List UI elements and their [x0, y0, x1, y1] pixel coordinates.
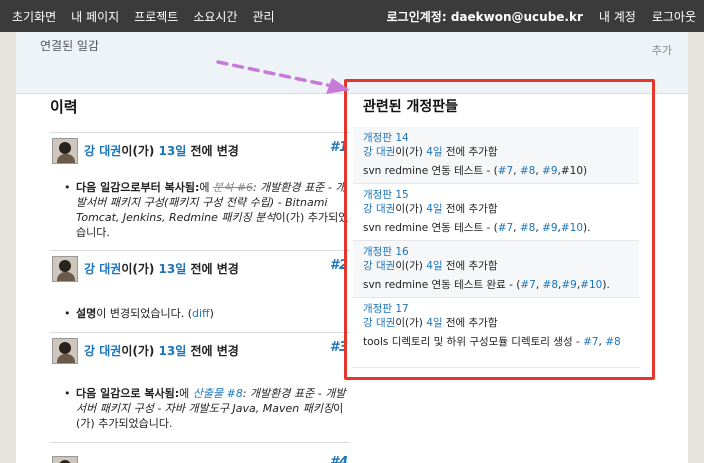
my-account-link[interactable]: 내 계정	[599, 8, 636, 25]
author-link[interactable]: 강 대권	[84, 344, 121, 358]
journal-header: 강 대권이(가) 13일 전에 변경	[84, 260, 239, 277]
detail-pre: 에	[199, 181, 214, 194]
menu-item-projects[interactable]: 프로젝트	[134, 8, 178, 25]
avatar	[52, 338, 78, 364]
journal-header: 강 대권이(가) 13일 전에 변경	[84, 142, 239, 159]
time-ago-link[interactable]: 13일	[159, 344, 187, 358]
logged-in-as: 로그인계정: daekwon@ucube.kr	[386, 10, 583, 24]
author-suffix: 이(가)	[121, 144, 159, 158]
detail-pre: 에	[179, 387, 193, 400]
menu-item-admin[interactable]: 관리	[253, 8, 275, 25]
detail-text: 이 변경되었습니다. (	[96, 307, 192, 320]
annotation-highlight-box	[344, 79, 655, 380]
annotation-arrow-icon	[216, 60, 350, 94]
avatar	[52, 138, 78, 164]
journal-number-link[interactable]: #4	[330, 455, 348, 463]
diff-link[interactable]: diff	[192, 307, 210, 320]
journal-detail: 설명이 변경되었습니다. (diff)	[64, 306, 354, 321]
author-suffix: 이(가)	[121, 262, 159, 276]
journal-entry: 강 대권이(가) 13일 전에 변경 #1 다음 일감으로부터 복사됨:에 분석…	[50, 132, 350, 250]
author-link[interactable]: 강 대권	[84, 262, 121, 276]
menu-item-home[interactable]: 초기화면	[12, 8, 56, 25]
account-menu: 로그인계정: daekwon@ucube.kr 내 계정 로그아웃	[387, 8, 696, 25]
issue-link[interactable]: 산출물 #8	[193, 387, 243, 400]
journal-entry: #4	[50, 442, 350, 463]
time-ago-link[interactable]: 13일	[159, 144, 187, 158]
journal-entry: 강 대권이(가) 13일 전에 변경 #2 설명이 변경되었습니다. (diff…	[50, 250, 350, 332]
changed-label: 전에 변경	[186, 344, 239, 358]
detail-label: 다음 일감으로 복사됨:	[76, 387, 180, 400]
related-issues-label: 연결된 일감	[40, 39, 100, 53]
journal-header: 강 대권이(가) 13일 전에 변경	[84, 342, 239, 359]
changed-label: 전에 변경	[186, 262, 239, 276]
journal-detail: 다음 일감으로 복사됨:에 산출물 #8: 개발환경 표준 - 개발서버 패키지…	[64, 386, 354, 431]
author-suffix: 이(가)	[121, 344, 159, 358]
journal-entry: 강 대권이(가) 13일 전에 변경 #3 다음 일감으로 복사됨:에 산출물 …	[50, 332, 350, 440]
add-related-issue-link[interactable]: 추가	[652, 42, 672, 58]
divider	[50, 250, 350, 251]
menu-item-time[interactable]: 소요시간	[193, 8, 237, 25]
issue-link[interactable]: 분석 #6	[213, 181, 253, 194]
main-menu: 초기화면 내 페이지 프로젝트 소요시간 관리	[12, 8, 275, 25]
menu-item-my-page[interactable]: 내 페이지	[71, 8, 119, 25]
divider	[50, 332, 350, 333]
logout-link[interactable]: 로그아웃	[652, 8, 696, 25]
author-link[interactable]: 강 대권	[84, 144, 121, 158]
detail-label: 설명	[76, 307, 97, 320]
changed-label: 전에 변경	[186, 144, 239, 158]
detail-suffix: )	[209, 307, 214, 320]
detail-label: 다음 일감으로부터 복사됨:	[76, 181, 200, 194]
time-ago-link[interactable]: 13일	[159, 262, 187, 276]
divider	[50, 442, 350, 443]
history-heading: 이력	[50, 98, 78, 116]
avatar	[52, 456, 78, 463]
journal-detail: 다음 일감으로부터 복사됨:에 분석 #6: 개발환경 표준 - 개발서버 패키…	[64, 180, 354, 240]
top-menu-bar: 초기화면 내 페이지 프로젝트 소요시간 관리 로그인계정: daekwon@u…	[0, 0, 704, 32]
divider	[50, 132, 350, 133]
avatar	[52, 256, 78, 282]
